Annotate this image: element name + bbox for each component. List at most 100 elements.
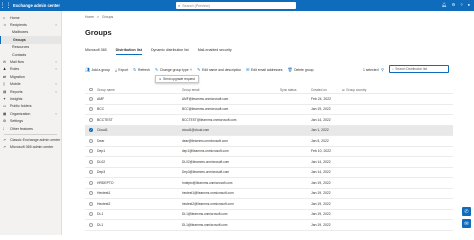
row-checkbox[interactable] [89, 138, 93, 143]
group-name-cell[interactable]: Cloud1 [97, 128, 182, 132]
external-link-icon: ↗ [3, 137, 7, 142]
chat-button[interactable]: ✆ [462, 207, 471, 216]
row-checkbox[interactable] [89, 117, 93, 122]
table-row[interactable]: Dep3 Dep3@ilearnms.onmicrosoft.com Jan 14,… [85, 168, 453, 178]
table-row[interactable]: BCC BCC@ilearnms.onmicrosoft.com Jan 19, 2… [85, 105, 453, 115]
sidebar-item-groups[interactable]: Groups [0, 36, 61, 44]
tab-mail-enabled-security[interactable]: Mail-enabled security [198, 48, 232, 55]
sidebar-item-mobile[interactable]: ▯ Mobile ˅ [0, 81, 61, 88]
gear-icon: ⚙ [3, 119, 7, 124]
table-row[interactable]: Hectest1 hectest1@ilearnms.onmicrosoft.co… [85, 189, 453, 199]
table-row[interactable]: ✓ Cloud1 cloud1@cloud.com Jan 1, 2022 [85, 125, 453, 136]
gear-icon[interactable]: ⚙ [452, 2, 456, 7]
sidebar-item-contacts[interactable]: Contacts [0, 51, 61, 58]
filter-icon[interactable]: ⚲ [381, 67, 384, 72]
page-title: Groups [85, 28, 112, 37]
row-checkbox[interactable] [89, 201, 93, 206]
group-name-cell[interactable]: BCCTEST [97, 118, 182, 122]
delete-group-button[interactable]: 🗑︎ Delete group [288, 67, 314, 72]
main-content: Home > Groups Groups Microsoft 365 Distr… [63, 11, 474, 235]
top-bar: ⋮⋮ Exchange admin center ⌕ Search (Previ… [0, 0, 474, 11]
sidebar-item-home[interactable]: ⌂ Home [0, 14, 61, 21]
help-icon[interactable]: ? [460, 2, 462, 7]
add-group-button[interactable]: 👥︎ Add a group [85, 67, 110, 72]
row-checkbox[interactable] [89, 159, 93, 164]
sidebar-item-resources[interactable]: Resources [0, 44, 61, 51]
sidebar-item-other-features[interactable]: ⁞ Other features [0, 125, 61, 132]
column-group-country[interactable]: ⊞ Group country [342, 88, 453, 92]
table-row[interactable]: DL1 DL1@ilearnms.onmicrosoft.com Jan 19, 2… [85, 220, 453, 231]
edit-email-addresses-button[interactable]: ✉ Edit email addresses [246, 67, 282, 72]
column-created-on[interactable]: Created on [311, 88, 342, 92]
created-on-cell: Jan 5, 2022 [311, 138, 329, 143]
tab-microsoft-365[interactable]: Microsoft 365 [85, 48, 107, 55]
link-classic-eac[interactable]: ↗ Classic Exchange admin center [0, 136, 61, 143]
column-group-name[interactable]: Group name [97, 88, 182, 92]
home-icon: ⌂ [3, 15, 6, 20]
group-name-cell[interactable]: Hectest2 [97, 202, 182, 206]
change-group-type-button[interactable]: ✎ Change group type ˅ [155, 67, 192, 72]
link-m365-admin-center[interactable]: ↗ Microsoft 365 admin center [0, 144, 61, 151]
row-checkbox[interactable] [89, 222, 93, 227]
group-name-cell[interactable]: Hectest1 [97, 191, 182, 195]
bell-icon[interactable]: 🔔︎ [442, 2, 447, 7]
row-checkbox[interactable] [89, 149, 93, 154]
breadcrumb-home[interactable]: Home [85, 15, 94, 19]
column-group-email[interactable]: Group email [182, 88, 280, 92]
sidebar-item-mailboxes[interactable]: Mailboxes [0, 29, 61, 36]
group-name-cell[interactable]: DL1 [97, 212, 182, 216]
tab-distribution-list[interactable]: Distribution list [115, 48, 142, 55]
group-name-cell[interactable]: Dep1 [97, 149, 182, 153]
group-name-cell[interactable]: DL1 [97, 223, 182, 227]
feedback-button[interactable]: ✉ [462, 219, 471, 228]
sidebar-item-organization[interactable]: ▦ Organization ˅ [0, 110, 61, 117]
table-row[interactable]: DL02 DL02@ilearnms.onmicrosoft.com Jan 14,… [85, 157, 453, 168]
global-search-input[interactable]: ⌕ Search (Preview) [176, 2, 296, 9]
table-row[interactable]: Hectest2 hectest2@ilearnms.onmicrosoft.co… [85, 199, 453, 210]
sidebar-item-mailflow[interactable]: ✉ Mail flow ˅ [0, 58, 61, 65]
row-checkbox[interactable] [89, 191, 93, 196]
row-checkbox[interactable] [89, 212, 93, 217]
group-name-cell[interactable]: AMF [97, 97, 182, 101]
table-row[interactable]: Dep1 dep1@ilearnms.onmicrosoft.com Feb 10,… [85, 147, 453, 157]
group-name-cell[interactable]: Dep3 [97, 170, 182, 174]
table-row[interactable]: DL1 DL1@ilearnms.onmicrosoft.com Jan 19, 2… [85, 210, 453, 220]
tab-dynamic-distribution-list[interactable]: Dynamic distribution list [151, 48, 189, 55]
row-checkbox[interactable] [89, 107, 93, 112]
sidebar-item-insights[interactable]: ✦ Insights [0, 95, 61, 102]
select-all-checkbox[interactable] [89, 87, 93, 92]
refresh-icon: ↻ [133, 67, 137, 72]
table-row[interactable]: Dear dear@ilearnms.onmicrosoft.com Jan 5, … [85, 136, 453, 147]
distribution-list-search-input[interactable]: ⌕ Search Distribution list [389, 65, 449, 73]
table-row[interactable]: HRDEPTO hrdepto@ilearnms.onmicrosoft.com J… [85, 178, 453, 189]
group-email-cell: DL1@ilearnms.onmicrosoft.com [182, 222, 228, 227]
column-sync-status[interactable]: Sync status [280, 88, 311, 92]
avatar[interactable]: ● [468, 2, 470, 7]
insights-icon: ✦ [3, 96, 7, 101]
row-checkbox[interactable] [89, 180, 93, 185]
refresh-button[interactable]: ↻ Refresh [133, 67, 150, 72]
group-name-cell[interactable]: DL02 [97, 160, 182, 164]
table-row[interactable]: AMF AMF@ilearnms.onmicrosoft.com Feb 24, 2… [85, 94, 453, 105]
sidebar-item-roles[interactable]: ♟ Roles ˅ [0, 66, 61, 73]
chat-icon: ✆ [464, 208, 469, 215]
groups-table: Group name Group email Sync status Creat… [85, 86, 453, 231]
sidebar-item-reports[interactable]: ▤ Reports ˅ [0, 88, 61, 95]
group-name-cell[interactable]: Dear [97, 139, 182, 143]
send-upgrade-request-menu-item[interactable]: ➤ Send upgrade request [155, 75, 199, 83]
export-button[interactable]: ⤓ Export [115, 67, 128, 72]
add-group-icon: 👥︎ [85, 67, 91, 72]
sidebar-item-recipients[interactable]: ☺ Recipients ˄ [0, 21, 61, 28]
sidebar-item-migration[interactable]: ⇄ Migration [0, 73, 61, 80]
sidebar-item-public-folders[interactable]: ▭ Public folders [0, 103, 61, 110]
row-checkbox[interactable]: ✓ [89, 128, 93, 133]
sidebar-item-settings[interactable]: ⚙ Settings [0, 117, 61, 124]
row-checkbox[interactable] [89, 170, 93, 175]
edit-name-description-button[interactable]: ✎ Edit name and description [197, 67, 241, 72]
app-launcher-icon[interactable]: ⋮⋮ [0, 0, 12, 11]
chevron-down-icon: ˅ [55, 82, 57, 87]
group-name-cell[interactable]: BCC [97, 107, 182, 111]
table-row[interactable]: BCCTEST BCCTEST@ilearnms.onmicrosoft.com J… [85, 115, 453, 126]
row-checkbox[interactable] [89, 96, 93, 101]
group-name-cell[interactable]: HRDEPTO [97, 181, 182, 185]
